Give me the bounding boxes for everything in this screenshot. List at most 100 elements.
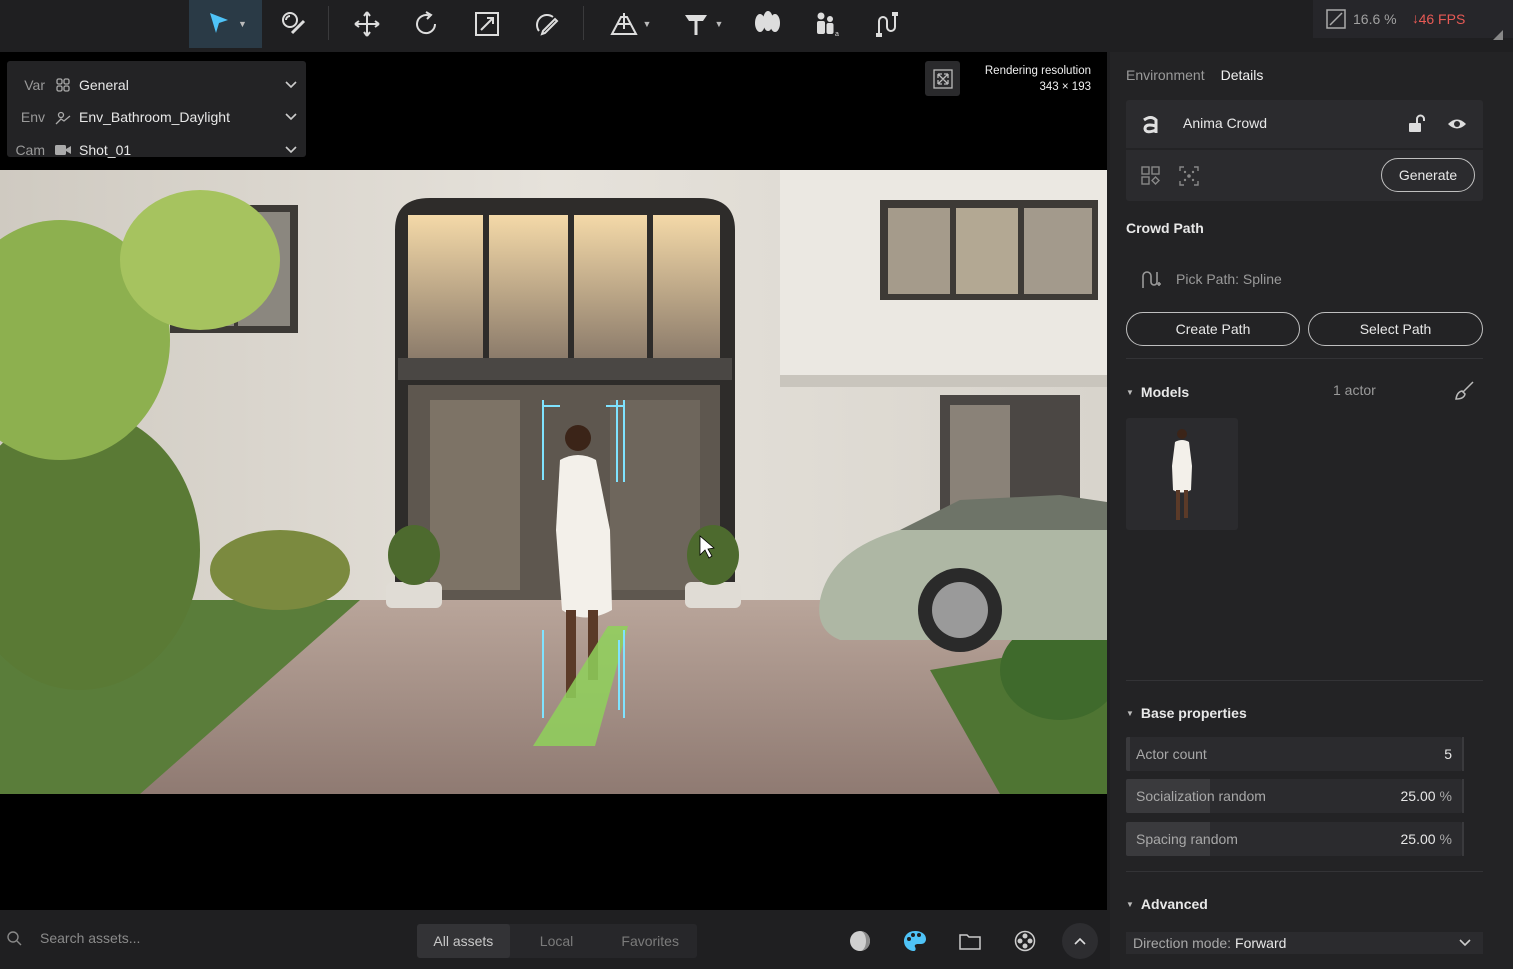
expand-icon <box>932 68 953 89</box>
filter-local[interactable]: Local <box>510 924 604 958</box>
section-divider <box>1126 358 1483 359</box>
collapse-triangle-icon: ▼ <box>1126 388 1134 397</box>
brush-sphere-icon <box>282 12 306 35</box>
property-field[interactable]: Actor count 5 <box>1126 737 1462 771</box>
anima-logo-icon <box>1143 116 1158 134</box>
trees-icon <box>755 11 780 32</box>
collapse-triangle-icon: ▼ <box>1126 709 1134 718</box>
chevron-down-icon <box>276 146 306 154</box>
property-unit: % <box>1439 788 1452 804</box>
toolbar-divider <box>583 6 584 40</box>
model-thumbnail[interactable] <box>1126 418 1238 530</box>
top-toolbar: ▼ ▼ ▼ a 16.6 % ↓ 46 FPS <box>0 0 1513 48</box>
layout-grid-icon[interactable] <box>1141 166 1161 186</box>
rendering-resolution-value: 343 × 193 <box>1039 81 1091 93</box>
direction-mode-value: Forward <box>1235 935 1287 951</box>
environment-label: Env <box>20 109 45 125</box>
environment-sun-icon <box>53 109 73 125</box>
folder-button[interactable] <box>958 929 982 953</box>
property-label: Actor count <box>1136 746 1207 762</box>
tab-details[interactable]: Details <box>1221 67 1264 83</box>
palette-button[interactable] <box>903 929 927 953</box>
property-field[interactable]: Spacing random 25.00% <box>1126 822 1462 856</box>
base-properties-title: Base properties <box>1140 705 1247 721</box>
advanced-section-header[interactable]: ▼ Advanced <box>1126 896 1208 912</box>
object-name: Anima Crowd <box>1183 115 1268 131</box>
rotate-icon <box>416 11 437 35</box>
crowd-path-title: Crowd Path <box>1126 220 1204 236</box>
object-actions: Generate <box>1126 150 1483 201</box>
fullscreen-button[interactable] <box>925 61 960 96</box>
models-title: Models <box>1140 384 1190 400</box>
move-tool-button[interactable] <box>349 0 385 48</box>
crowd-tool-button[interactable]: a <box>806 0 846 48</box>
asset-search[interactable]: Search assets... <box>6 930 140 946</box>
variation-label: Var <box>24 77 45 93</box>
move-arrows-icon <box>354 11 380 37</box>
resolution-scale-value: 16.6 % <box>1353 11 1397 27</box>
scene-render-image <box>0 170 1107 794</box>
details-panel: Environment Details Anima Crowd Generate… <box>1110 52 1513 969</box>
3d-viewport[interactable]: Var General Env Env_Bathroom_Daylight Ca… <box>0 52 1107 910</box>
search-input[interactable]: Search assets... <box>40 930 140 946</box>
clear-brush-icon[interactable] <box>1453 380 1475 402</box>
placement-tool-button[interactable]: ▼ <box>602 0 658 48</box>
render-scene[interactable] <box>0 170 1107 794</box>
base-properties-header[interactable]: ▼ Base properties <box>1126 705 1247 721</box>
scale-tool-button[interactable] <box>469 0 505 48</box>
visibility-eye-icon[interactable] <box>1447 115 1467 133</box>
vegetation-tool-button[interactable] <box>747 0 787 48</box>
environment-selector[interactable]: Env Env_Bathroom_Daylight <box>7 101 306 133</box>
app-window: ▼ ▼ ▼ a 16.6 % ↓ 46 FPS Var General Env … <box>0 0 1513 969</box>
snap-tool-button[interactable] <box>528 0 564 48</box>
tab-environment[interactable]: Environment <box>1126 67 1205 83</box>
generate-button[interactable]: Generate <box>1381 158 1475 192</box>
property-value: 5 <box>1444 746 1452 762</box>
property-field-end <box>1462 737 1464 771</box>
pick-path-button[interactable]: Pick Path: Spline <box>1126 260 1483 298</box>
unlock-icon[interactable] <box>1406 114 1426 134</box>
spline-path-icon <box>1142 271 1161 288</box>
chevron-down-icon[interactable]: ▼ <box>715 19 724 29</box>
chevron-down-icon[interactable]: ▼ <box>643 19 652 29</box>
rendering-resolution-label: Rendering resolution <box>984 65 1091 77</box>
paint-tool-button[interactable] <box>274 0 312 48</box>
select-path-button[interactable]: Select Path <box>1308 312 1483 346</box>
camera-icon <box>53 142 73 158</box>
resize-corner-icon[interactable] <box>1493 30 1503 40</box>
scatter-points-icon[interactable] <box>1179 166 1199 186</box>
chevron-down-icon[interactable]: ▼ <box>238 19 247 29</box>
models-section-header[interactable]: ▼ Models <box>1126 384 1189 400</box>
rendering-resolution: Rendering resolution 343 × 193 <box>985 63 1091 95</box>
variation-selector[interactable]: Var General <box>7 69 306 101</box>
property-field-end <box>1462 779 1464 813</box>
materials-button[interactable] <box>848 929 872 953</box>
filter-favorites[interactable]: Favorites <box>603 924 697 958</box>
select-tool-button[interactable]: ▼ <box>189 0 262 48</box>
property-label: Socialization random <box>1136 788 1266 804</box>
svg-text:a: a <box>835 31 839 38</box>
material-sphere-icon <box>850 931 870 951</box>
chevron-down-icon <box>276 81 306 89</box>
scatter-tool-button[interactable]: ▼ <box>676 0 728 48</box>
environment-value: Env_Bathroom_Daylight <box>79 109 230 125</box>
direction-mode-dropdown[interactable]: Direction mode: Forward <box>1126 932 1483 954</box>
path-tool-button[interactable] <box>867 0 907 48</box>
film-reel-button[interactable] <box>1013 929 1037 953</box>
collapse-triangle-icon: ▼ <box>1126 900 1134 909</box>
snap-pencil-icon <box>536 14 559 36</box>
create-path-button[interactable]: Create Path <box>1126 312 1300 346</box>
property-value: 25.00% <box>1401 788 1453 804</box>
property-number: 25.00 <box>1400 788 1436 804</box>
arrow-down-icon: ↓ <box>1412 10 1419 26</box>
rotate-tool-button[interactable] <box>408 0 444 48</box>
collapse-asset-bar-button[interactable] <box>1062 923 1098 959</box>
resolution-scale-icon <box>1326 9 1346 29</box>
camera-selector[interactable]: Cam Shot_01 <box>7 134 306 166</box>
performance-indicator: 16.6 % ↓ 46 FPS <box>1313 0 1513 40</box>
property-number: 5 <box>1444 746 1452 762</box>
chevron-up-icon <box>1074 937 1086 945</box>
property-field[interactable]: Socialization random 25.00% <box>1126 779 1462 813</box>
filter-all-assets[interactable]: All assets <box>417 924 510 958</box>
property-field-end <box>1462 822 1464 856</box>
